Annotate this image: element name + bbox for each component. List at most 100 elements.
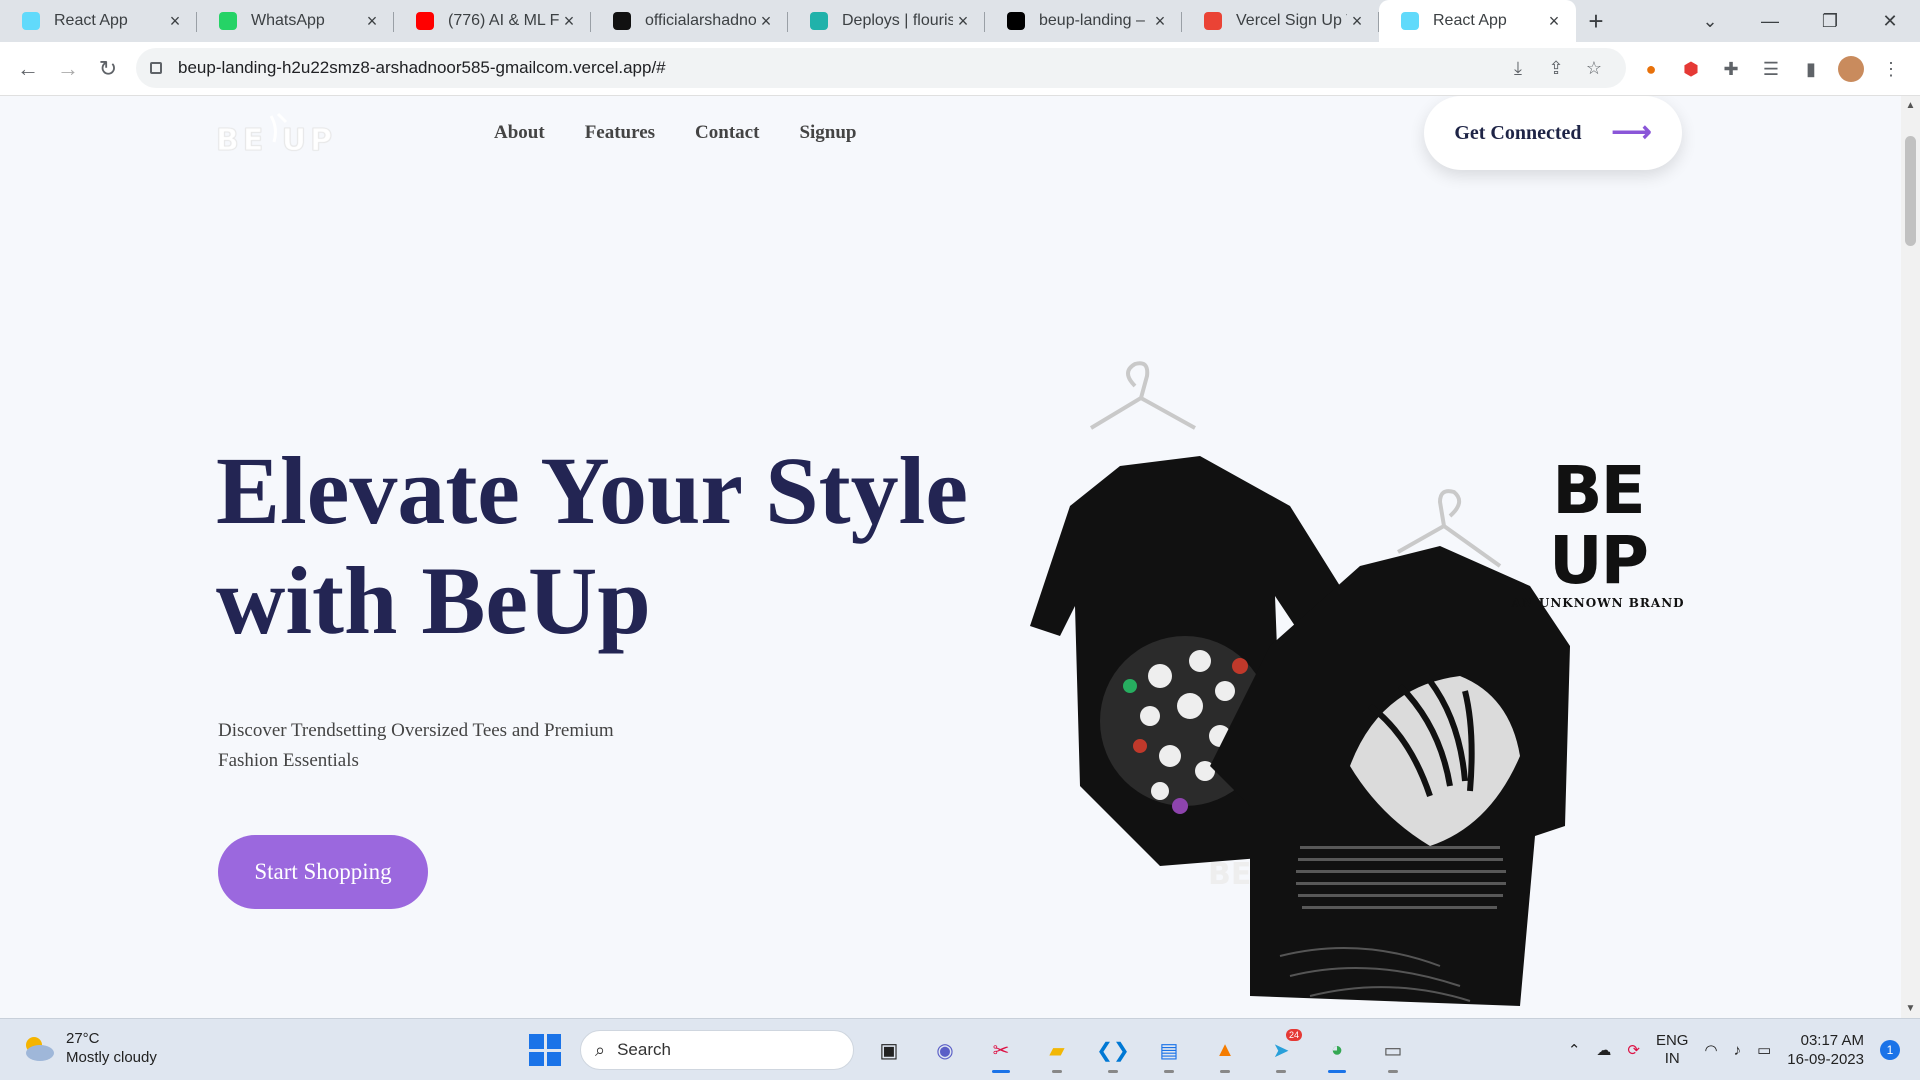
browser-tab[interactable]: React App × xyxy=(0,0,197,42)
weather-temp: 27°C xyxy=(66,1030,100,1047)
tab-title: React App xyxy=(54,12,128,29)
url-field[interactable]: beup-landing-h2u22smz8-arshadnoor585-gma… xyxy=(136,48,1626,88)
browser-tab[interactable]: (776) AI & ML Ft. × xyxy=(394,0,591,42)
beup-brandmark: BE UP AN UNKNOWN BRAND xyxy=(1498,456,1698,611)
close-tab-icon[interactable]: × xyxy=(165,11,185,32)
netlify-icon xyxy=(810,12,828,30)
tab-title: Vercel Sign Up Ve xyxy=(1236,12,1347,29)
share-icon[interactable]: ⇪ xyxy=(1544,56,1568,80)
tshirts-illustration: BE UP xyxy=(1030,361,1570,1006)
clock[interactable]: 03:17 AM 16-09-2023 xyxy=(1787,1031,1864,1069)
chrome-icon[interactable]: ◕ xyxy=(1316,1029,1358,1073)
get-connected-button[interactable]: Get Connected ⟶ xyxy=(1424,96,1682,170)
new-tab-button[interactable]: + xyxy=(1576,0,1616,42)
extension-adblock-icon[interactable]: ⬢ xyxy=(1678,56,1704,82)
hero-title: Elevate Your Style with BeUp xyxy=(216,436,1036,656)
hero-subtitle: Discover Trendsetting Oversized Tees and… xyxy=(218,720,614,771)
web-page: BE UP About Features Contact Signup Get … xyxy=(0,96,1901,1018)
browser-tab[interactable]: React App × xyxy=(1379,0,1576,42)
task-view-icon[interactable]: ▣ xyxy=(868,1029,910,1071)
forward-icon[interactable]: → xyxy=(48,56,88,82)
battery-icon[interactable]: ▭ xyxy=(1757,1041,1771,1059)
browser-tab[interactable]: officialarshadnoo × xyxy=(591,0,788,42)
browser-tab[interactable]: Deploys | flourish × xyxy=(788,0,985,42)
taskbar-search[interactable]: ⌕ Search xyxy=(580,1030,854,1070)
onedrive-icon[interactable]: ☁ xyxy=(1596,1041,1611,1059)
vercel-icon xyxy=(1007,12,1025,30)
url-text: beup-landing-h2u22smz8-arshadnoor585-gma… xyxy=(178,58,666,77)
tab-title: Deploys | flourish xyxy=(842,12,953,29)
extensions-puzzle-icon[interactable]: ✚ xyxy=(1718,56,1744,82)
nav-signup[interactable]: Signup xyxy=(799,122,856,144)
close-tab-icon[interactable]: × xyxy=(362,11,382,32)
show-hidden-icons[interactable]: ⌃ xyxy=(1568,1041,1581,1059)
hero-tshirt-image: BE UP BE UP AN UNKNOWN BRAND xyxy=(1010,346,1700,1018)
vscode-icon[interactable]: ❮❯ xyxy=(1092,1029,1134,1073)
react-icon xyxy=(22,12,40,30)
nav-contact[interactable]: Contact xyxy=(695,122,759,144)
notepad-icon[interactable]: ▤ xyxy=(1148,1029,1190,1073)
taskbar-search-label: Search xyxy=(617,1040,671,1059)
telegram-icon[interactable]: ➤ 24 xyxy=(1260,1029,1302,1073)
minimize-icon[interactable]: — xyxy=(1740,11,1800,32)
menu-kebab-icon[interactable]: ⋮ xyxy=(1878,56,1904,82)
side-panel-icon[interactable]: ▮ xyxy=(1798,56,1824,82)
close-tab-icon[interactable]: × xyxy=(1347,11,1367,32)
address-bar-row: ← → ↻ beup-landing-h2u22smz8-arshadnoor5… xyxy=(0,42,1920,96)
start-shopping-button[interactable]: Start Shopping xyxy=(218,835,428,909)
hero-title-line1: Elevate Your Style xyxy=(216,437,968,544)
snipping-tool-icon[interactable]: ✂ xyxy=(980,1029,1022,1073)
browser-tab[interactable]: Vercel Sign Up Ve× xyxy=(1182,0,1379,42)
sync-icon[interactable]: ⟳ xyxy=(1627,1041,1640,1059)
vlc-icon[interactable]: ▲ xyxy=(1204,1029,1246,1073)
tab-search-icon[interactable]: ⌄ xyxy=(1680,11,1740,32)
windows-taskbar: 27°C Mostly cloudy ⌕ Search ▣ ◉ ✂ ▰ ❮❯ ▤… xyxy=(0,1018,1920,1080)
bookmark-star-icon[interactable]: ☆ xyxy=(1582,56,1606,80)
nav-about[interactable]: About xyxy=(494,122,545,144)
arrow-right-icon: ⟶ xyxy=(1611,117,1652,148)
system-tray: ⌃ ☁ ⟳ ENG IN ◠ ♪ ▭ 03:17 AM 16-09-2023 1 xyxy=(1568,1027,1900,1073)
nav-features[interactable]: Features xyxy=(585,122,655,144)
scroll-up-icon[interactable]: ▲ xyxy=(1901,100,1920,111)
chat-icon[interactable]: ◉ xyxy=(924,1029,966,1071)
site-logo[interactable]: BE UP xyxy=(216,110,346,160)
partly-cloudy-icon xyxy=(20,1033,56,1063)
monitor-app-icon[interactable]: ▭ xyxy=(1372,1029,1414,1073)
weather-widget[interactable]: 27°C Mostly cloudy xyxy=(20,1029,157,1067)
scroll-down-icon[interactable]: ▼ xyxy=(1901,1003,1920,1014)
extension-colorful-icon[interactable]: ● xyxy=(1638,56,1664,82)
reload-icon[interactable]: ↻ xyxy=(88,56,128,82)
react-icon xyxy=(1401,12,1419,30)
main-nav: About Features Contact Signup xyxy=(494,122,856,144)
close-window-icon[interactable]: ✕ xyxy=(1860,11,1920,32)
lock-icon[interactable] xyxy=(150,62,162,74)
tab-title: WhatsApp xyxy=(251,12,325,29)
restore-icon[interactable]: ❐ xyxy=(1800,11,1860,32)
profile-avatar[interactable] xyxy=(1838,56,1864,82)
tab-title: (776) AI & ML Ft. xyxy=(448,12,559,29)
wifi-icon[interactable]: ◠ xyxy=(1704,1041,1717,1059)
get-connected-label: Get Connected xyxy=(1454,121,1582,144)
scrollbar-thumb[interactable] xyxy=(1905,136,1916,246)
close-tab-icon[interactable]: × xyxy=(1544,11,1564,32)
extensions-area: ● ⬢ ✚ ☰ ▮ ⋮ xyxy=(1638,42,1920,96)
close-tab-icon[interactable]: × xyxy=(756,11,776,32)
close-tab-icon[interactable]: × xyxy=(559,11,579,32)
browser-tab[interactable]: WhatsApp × xyxy=(197,0,394,42)
file-explorer-icon[interactable]: ▰ xyxy=(1036,1029,1078,1073)
close-tab-icon[interactable]: × xyxy=(1150,11,1170,32)
start-button[interactable] xyxy=(524,1029,566,1071)
reading-list-icon[interactable]: ☰ xyxy=(1758,56,1784,82)
clock-date: 16-09-2023 xyxy=(1787,1051,1864,1068)
page-scrollbar[interactable]: ▲ ▼ xyxy=(1901,96,1920,1018)
volume-icon[interactable]: ♪ xyxy=(1734,1042,1742,1059)
clock-time: 03:17 AM xyxy=(1800,1032,1864,1049)
search-icon: ⌕ xyxy=(595,1039,606,1060)
browser-tab[interactable]: beup-landing – D × xyxy=(985,0,1182,42)
close-tab-icon[interactable]: × xyxy=(953,11,973,32)
taskbar-apps: ⌕ Search ▣ ◉ ✂ ▰ ❮❯ ▤ ▲ ➤ 24 ◕ ▭ xyxy=(524,1027,1414,1073)
install-app-icon[interactable]: ⤓ xyxy=(1506,56,1530,80)
language-indicator[interactable]: ENG IN xyxy=(1656,1032,1689,1068)
back-icon[interactable]: ← xyxy=(8,56,48,82)
notification-badge[interactable]: 1 xyxy=(1880,1040,1900,1060)
